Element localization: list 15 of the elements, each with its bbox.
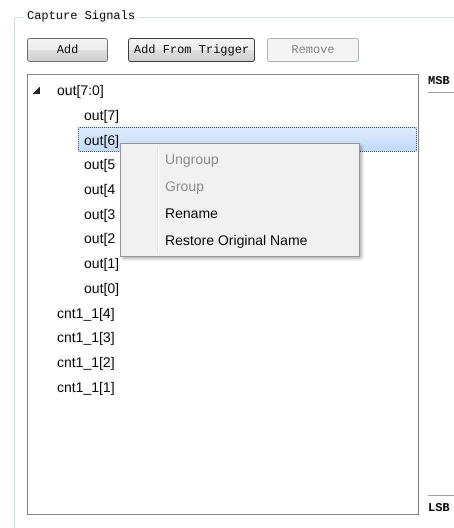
msb-label: MSB: [428, 74, 451, 88]
tree-item[interactable]: cnt1_1[4]: [51, 300, 417, 325]
lsb-label: LSB: [428, 501, 451, 515]
toolbar-button[interactable]: Add From Trigger: [128, 38, 255, 62]
tree-item[interactable]: out[0]: [78, 276, 417, 300]
group-title: Capture Signals: [24, 9, 138, 23]
tree-item[interactable]: out[7:0]: [51, 78, 417, 103]
tree-item[interactable]: out[7]: [78, 102, 417, 128]
menu-item[interactable]: Restore Original Name: [123, 227, 357, 254]
tree-item[interactable]: cnt1_1[1]: [51, 374, 417, 399]
toolbar-button[interactable]: Add: [27, 38, 108, 62]
tree-item[interactable]: cnt1_1[2]: [51, 350, 417, 374]
expanded-triangle-icon[interactable]: [33, 86, 40, 94]
menu-item[interactable]: Rename: [123, 200, 357, 227]
tree-item[interactable]: cnt1_1[3]: [51, 324, 417, 350]
